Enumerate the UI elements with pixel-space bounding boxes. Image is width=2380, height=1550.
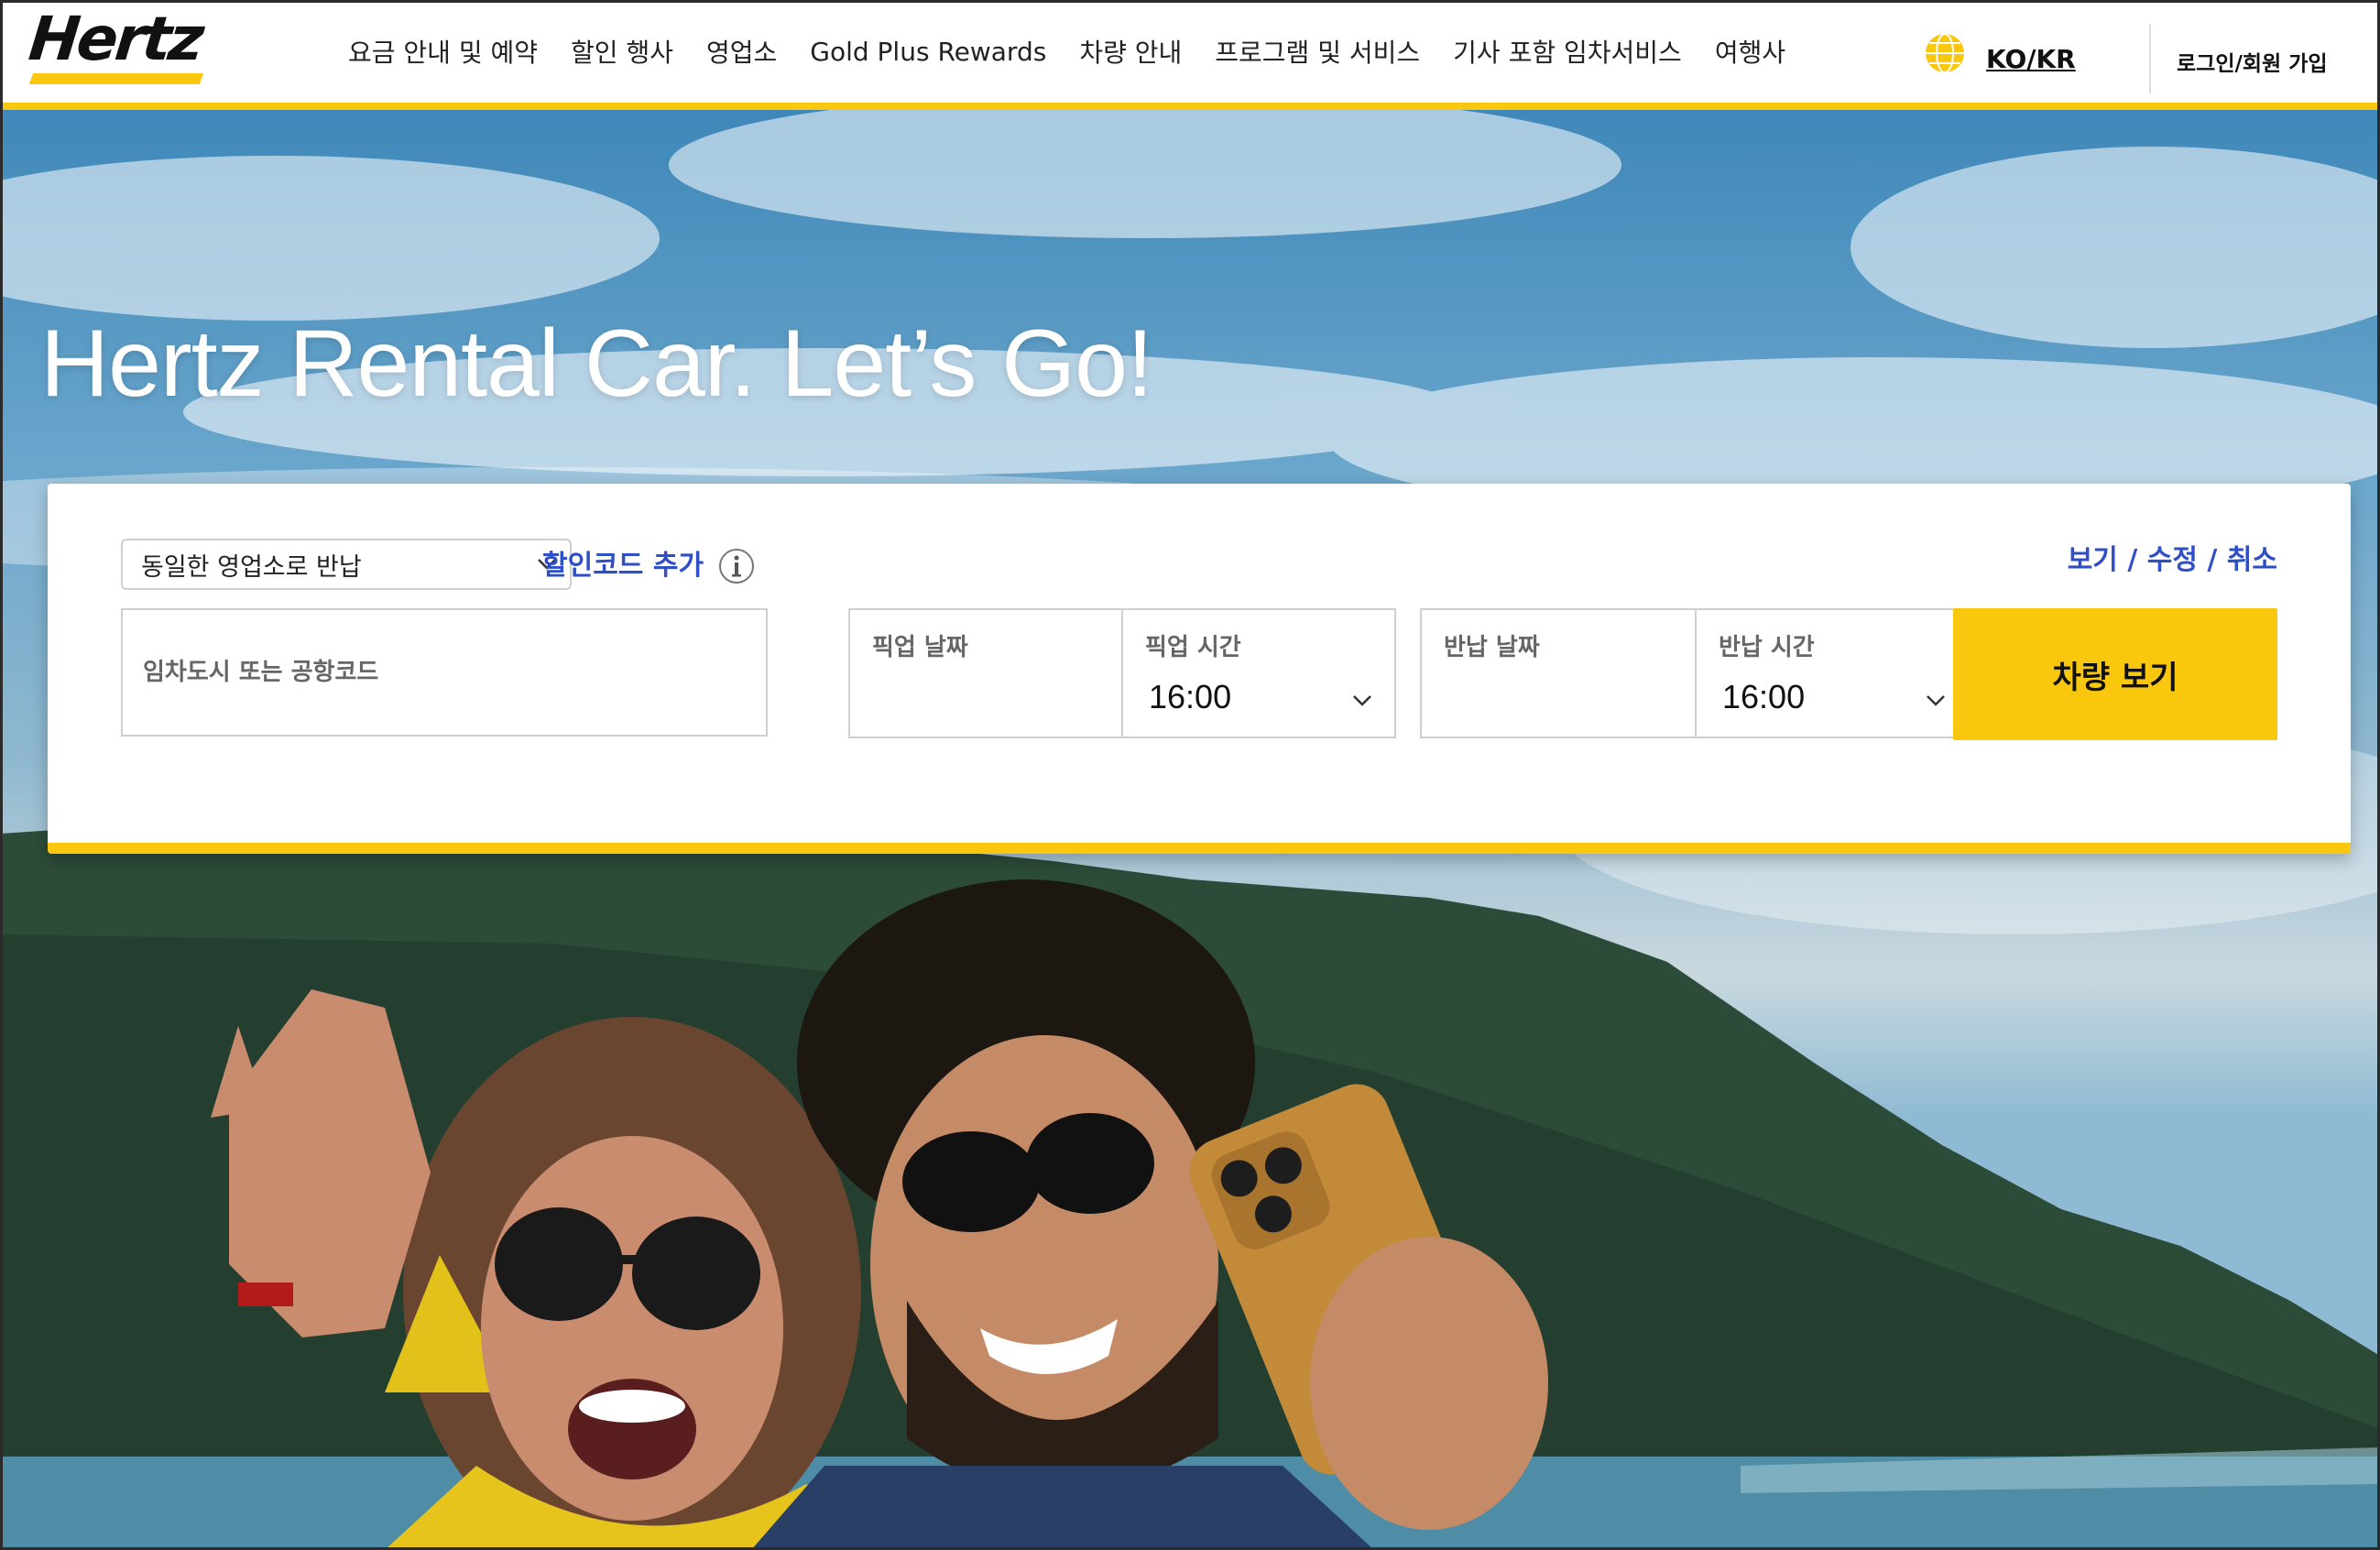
return-date-label: 반납 날짜 [1444,634,1540,661]
globe-icon [1926,32,1964,73]
pickup-location-input[interactable] [121,608,768,737]
nav-item-locations[interactable]: 영업소 [706,33,777,70]
language-label[interactable]: KO/KR [1986,44,2076,74]
hertz-logo[interactable]: Hertz [26,4,205,90]
info-icon[interactable] [718,548,755,584]
view-vehicles-button[interactable]: 차량 보기 [1953,608,2277,740]
site-header: Hertz 요금 안내 및 예약 할인 행사 영업소 Gold Plus Rew… [0,0,2380,110]
pickup-date-field[interactable]: 픽업 날짜 [848,608,1123,738]
nav-item-travel-agents[interactable]: 여행사 [1715,33,1785,70]
pickup-time-value: 16:00 [1149,678,1232,715]
return-location-select[interactable]: 동일한 영업소로 반납 [121,539,572,590]
nav-item-programs-services[interactable]: 프로그램 및 서비스 [1215,33,1420,70]
return-time-label: 반납 시간 [1719,634,1815,661]
return-location-selected: 동일한 영업소로 반납 [141,552,362,582]
booking-panel: 동일한 영업소로 반납 할인코드 추가 보기 / 수정 / 취소 픽업 날짜 픽… [48,484,2351,854]
main-nav: 요금 안내 및 예약 할인 행사 영업소 Gold Plus Rewards 차… [348,33,1785,70]
nav-item-gold-plus-rewards[interactable]: Gold Plus Rewards [810,37,1046,67]
hero-title: Hertz Rental Car. Let’s Go! [40,311,1153,417]
header-divider [2149,24,2151,93]
return-time-field[interactable]: 반납 시간 16:00 [1695,608,1970,738]
view-modify-cancel-link[interactable]: 보기 / 수정 / 취소 [2068,537,2277,577]
pickup-time-field[interactable]: 픽업 시간 16:00 [1121,608,1396,738]
chevron-down-icon [1927,695,1945,706]
chevron-down-icon [1353,695,1371,706]
nav-item-deals[interactable]: 할인 행사 [571,33,673,70]
nav-item-chauffeur-service[interactable]: 기사 포함 임차서비스 [1453,33,1682,70]
add-discount-code-link[interactable]: 할인코드 추가 [542,542,704,583]
logo-underline [28,73,204,84]
return-date-field[interactable]: 반납 날짜 [1420,608,1697,738]
nav-item-rates-reservations[interactable]: 요금 안내 및 예약 [348,33,538,70]
pickup-time-label: 픽업 시간 [1145,634,1241,661]
login-signup-link[interactable]: 로그인/회원 가입 [2177,46,2328,77]
logo-wordmark: Hertz [26,4,205,74]
return-time-value: 16:00 [1722,678,1806,715]
nav-item-vehicles[interactable]: 차량 안내 [1079,33,1182,70]
pickup-date-label: 픽업 날짜 [872,634,968,661]
language-selector[interactable]: KO/KR [1924,31,2076,74]
